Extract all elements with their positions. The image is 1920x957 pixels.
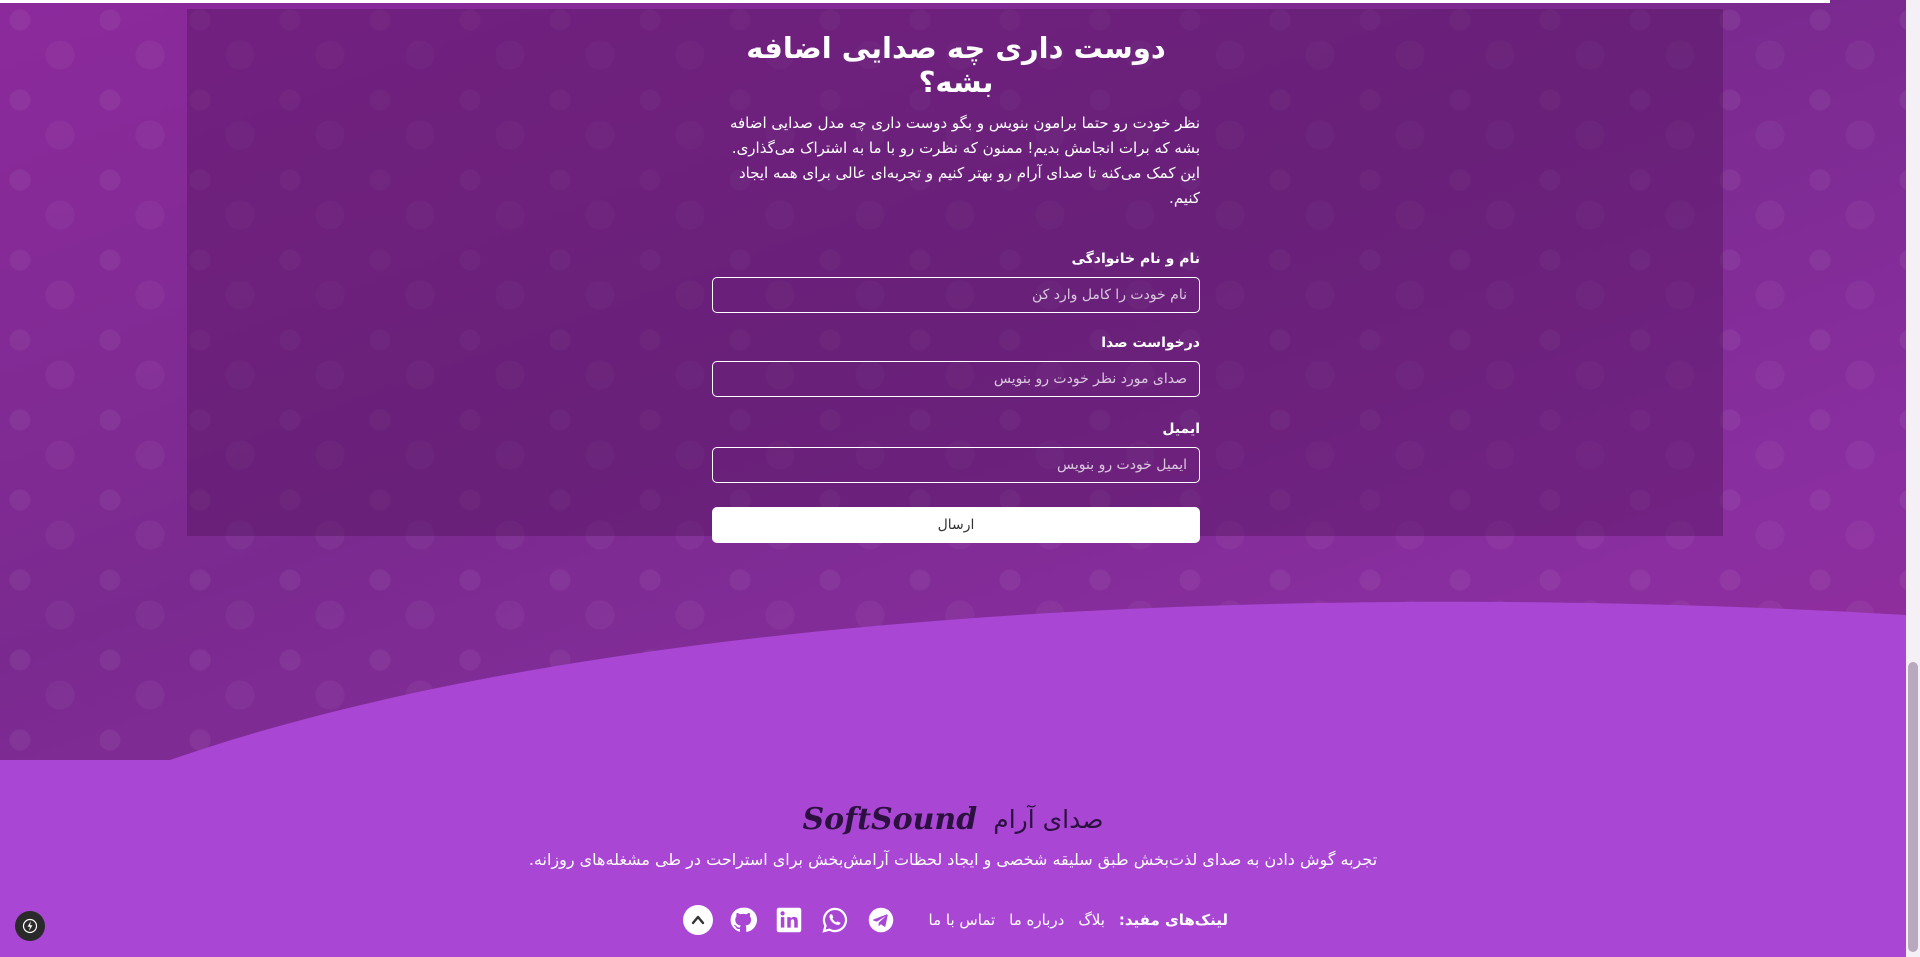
scroll-to-top-button[interactable] xyxy=(683,905,713,935)
link-contact[interactable]: تماس با ما xyxy=(929,911,996,929)
form-description: نظر خودت رو حتما برامون بنویس و بگو دوست… xyxy=(729,114,1200,207)
lightning-icon xyxy=(22,918,38,934)
footer-tagline: تجربه گوش دادن به صدای لذت‌بخش طبق سلیقه… xyxy=(528,850,1378,869)
email-input[interactable] xyxy=(712,447,1200,483)
lightning-badge[interactable] xyxy=(15,911,45,941)
feedback-section: دوست داری چه صدایی اضافه بشه؟ نظر خودت ر… xyxy=(187,9,1723,543)
useful-links-title: لینک‌های مفید: xyxy=(1118,911,1228,929)
feedback-form: دوست داری چه صدایی اضافه بشه؟ نظر خودت ر… xyxy=(712,9,1200,543)
sound-request-input[interactable] xyxy=(712,361,1200,397)
whatsapp-link[interactable] xyxy=(819,904,851,936)
name-label: نام و نام خانوادگی xyxy=(1071,251,1200,267)
telegram-link[interactable] xyxy=(865,904,897,936)
top-divider xyxy=(0,0,1830,3)
link-blog[interactable]: بلاگ xyxy=(1078,911,1105,929)
form-title: دوست داری چه صدایی اضافه بشه؟ xyxy=(746,31,1166,99)
brand-english: SoftSound xyxy=(802,802,978,837)
whatsapp-icon xyxy=(822,907,848,933)
footer-brand: SoftSound صدای آرام xyxy=(0,802,1906,837)
chevron-up-icon xyxy=(691,915,705,925)
scrollbar-track[interactable] xyxy=(1906,0,1920,957)
footer: SoftSound صدای آرام تجربه گوش دادن به صد… xyxy=(0,760,1906,957)
linkedin-icon xyxy=(776,907,802,933)
social-links xyxy=(683,904,897,936)
useful-links: لینک‌های مفید: بلاگ درباره ما تماس با ما xyxy=(929,911,1228,929)
telegram-icon xyxy=(868,907,894,933)
github-link[interactable] xyxy=(727,904,759,936)
submit-button[interactable]: ارسال xyxy=(712,507,1200,543)
email-label: ایمیل xyxy=(1162,421,1200,437)
name-input[interactable] xyxy=(712,277,1200,313)
brand-persian: صدای آرام xyxy=(993,805,1104,834)
sound-request-label: درخواست صدا xyxy=(1101,335,1200,351)
github-icon xyxy=(730,907,757,932)
footer-links-row: لینک‌های مفید: بلاگ درباره ما تماس با ما xyxy=(683,902,1228,938)
link-about[interactable]: درباره ما xyxy=(1009,911,1064,929)
scrollbar-thumb[interactable] xyxy=(1908,662,1918,952)
linkedin-link[interactable] xyxy=(773,904,805,936)
